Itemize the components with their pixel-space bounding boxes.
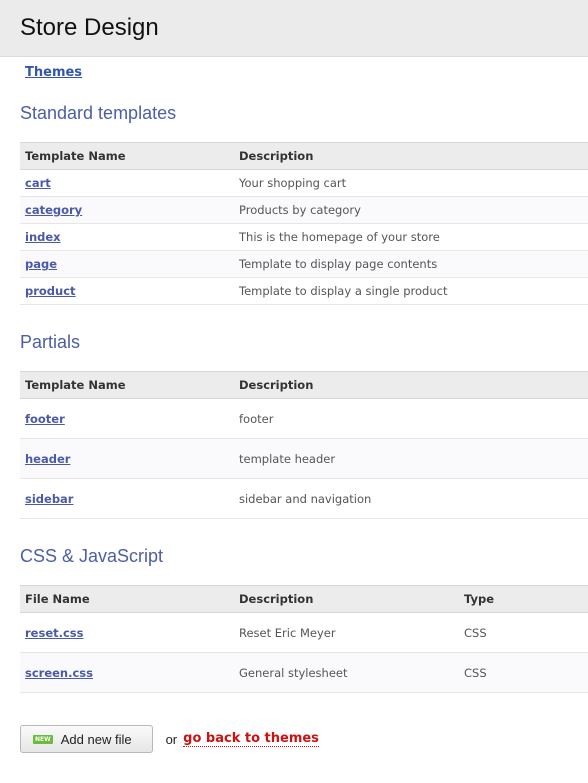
file-description: Reset Eric Meyer [234, 612, 459, 653]
template-link-cart[interactable]: cart [25, 176, 51, 190]
partial-description: template header [234, 438, 588, 479]
column-header-description: Description [234, 142, 588, 170]
column-header-template-name: Template Name [20, 142, 234, 170]
file-type: CSS [459, 652, 588, 693]
table-row: product Template to display a single pro… [20, 277, 588, 305]
table-row: index This is the homepage of your store [20, 223, 588, 251]
template-link-page[interactable]: page [25, 257, 57, 271]
css-javascript-title: CSS & JavaScript [20, 546, 164, 566]
column-header-description: Description [234, 371, 588, 399]
themes-link[interactable]: Themes [25, 65, 82, 80]
file-link-reset-css[interactable]: reset.css [25, 626, 84, 640]
assets-table: File Name Description Type reset.css Res… [20, 585, 588, 693]
template-link-index[interactable]: index [25, 230, 61, 244]
partial-link-header[interactable]: header [25, 452, 70, 466]
column-header-file-name: File Name [20, 585, 234, 613]
partial-link-sidebar[interactable]: sidebar [25, 492, 73, 506]
file-link-screen-css[interactable]: screen.css [25, 666, 93, 680]
page-title: Store Design [20, 14, 159, 41]
page-header: Store Design [0, 0, 588, 57]
table-header-row: Template Name Description [20, 142, 588, 170]
or-separator: or [165, 731, 178, 747]
template-link-product[interactable]: product [25, 284, 76, 298]
standard-templates-title: Standard templates [20, 103, 177, 123]
template-description: Your shopping cart [234, 169, 588, 197]
go-back-to-themes-link[interactable]: go back to themes [183, 731, 319, 747]
partial-description: footer [234, 398, 588, 439]
table-row: category Products by category [20, 196, 588, 224]
template-link-category[interactable]: category [25, 203, 82, 217]
file-description: General stylesheet [234, 652, 459, 693]
template-description: Products by category [234, 196, 588, 224]
table-row: screen.css General stylesheet CSS [20, 652, 588, 693]
table-header-row: File Name Description Type [20, 585, 588, 613]
new-icon: NEW [33, 734, 53, 744]
table-header-row: Template Name Description [20, 371, 588, 399]
column-header-type: Type [459, 585, 588, 613]
template-description: This is the homepage of your store [234, 223, 588, 251]
partials-title: Partials [20, 332, 81, 352]
table-row: reset.css Reset Eric Meyer CSS [20, 612, 588, 653]
table-row: header template header [20, 438, 588, 479]
add-new-file-button[interactable]: NEW Add new file [20, 725, 153, 753]
template-description: Template to display a single product [234, 277, 588, 305]
table-row: cart Your shopping cart [20, 169, 588, 197]
template-description: Template to display page contents [234, 250, 588, 278]
table-row: sidebar sidebar and navigation [20, 478, 588, 519]
partials-table: Template Name Description footer footer … [20, 371, 588, 519]
partial-description: sidebar and navigation [234, 478, 588, 519]
column-header-template-name: Template Name [20, 371, 234, 399]
partial-link-footer[interactable]: footer [25, 412, 65, 426]
column-header-description: Description [234, 585, 459, 613]
add-new-file-label: Add new file [60, 731, 132, 747]
file-type: CSS [459, 612, 588, 653]
table-row: page Template to display page contents [20, 250, 588, 278]
form-actions: NEW Add new file or go back to themes [20, 725, 319, 753]
standard-templates-table: Template Name Description cart Your shop… [20, 142, 588, 305]
table-row: footer footer [20, 398, 588, 439]
